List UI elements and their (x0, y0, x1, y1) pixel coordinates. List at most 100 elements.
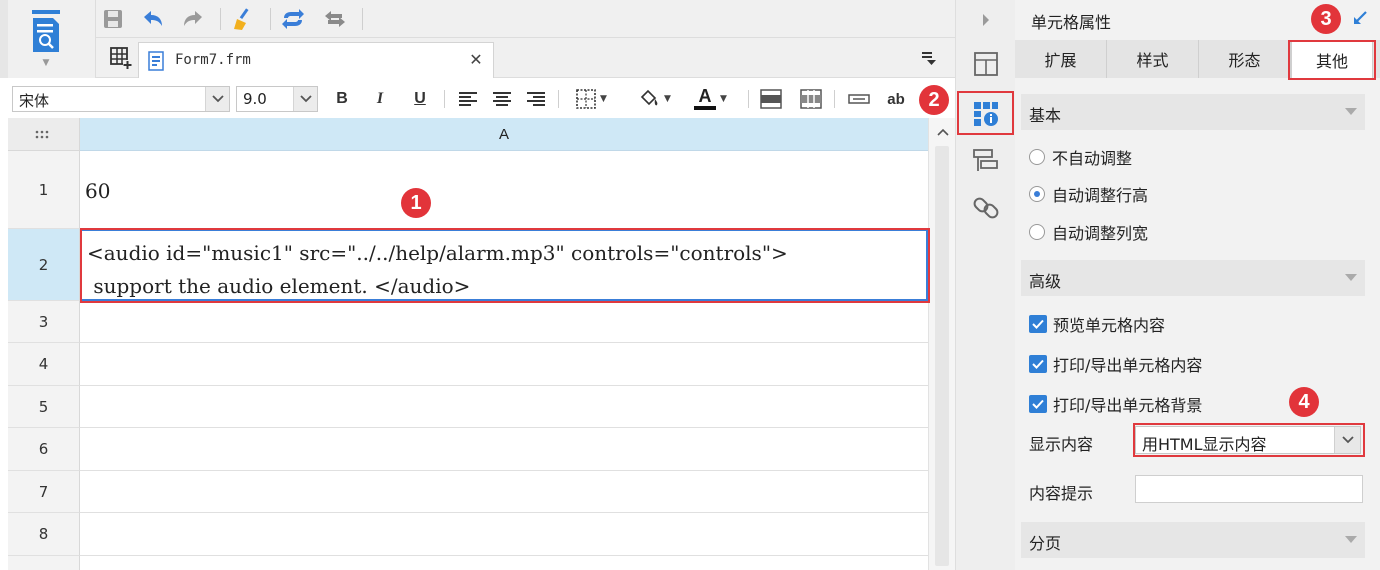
scrollbar-thumb[interactable] (935, 146, 949, 566)
app-logo-icon[interactable] (30, 10, 62, 54)
fill-color-dropdown[interactable]: ▼ (632, 86, 676, 112)
italic-button[interactable]: I (368, 86, 392, 112)
tab-list-menu-icon[interactable] (921, 50, 937, 66)
text-color-dropdown[interactable]: A ▼ (686, 86, 734, 112)
section-paging[interactable]: 分页 (1021, 522, 1365, 558)
display-content-select[interactable]: 用HTML显示内容 (1135, 426, 1361, 454)
tab-widget[interactable]: 形态 (1199, 40, 1291, 78)
radio-selected-icon (1029, 186, 1045, 202)
cell-a2[interactable]: <audio id="music1" src="../../help/alarm… (80, 229, 928, 301)
align-left-icon[interactable] (456, 86, 480, 112)
column-label: A (498, 126, 509, 143)
text-color-icon: A (698, 86, 712, 106)
save-icon[interactable] (100, 6, 126, 32)
row-header[interactable]: 7 (8, 471, 80, 513)
cell-a1[interactable]: 60 (80, 151, 928, 229)
align-center-icon[interactable] (490, 86, 514, 112)
close-icon[interactable]: ✕ (467, 50, 485, 70)
row-header[interactable]: 8 (8, 513, 80, 556)
toolbar-divider (220, 8, 221, 30)
font-size-value: 9.0 (243, 90, 267, 108)
chevron-down-icon (1345, 536, 1357, 543)
properties-tabs: 扩展 样式 形态 其他 (1015, 40, 1380, 80)
toolbar-divider (748, 90, 749, 108)
side-toolbar (955, 0, 1015, 570)
freeze-rows-icon[interactable] (758, 86, 784, 112)
row-header[interactable]: 6 (8, 428, 80, 471)
text-wrap-button[interactable]: ab (882, 86, 910, 112)
grid-dots-icon (35, 130, 49, 139)
tab-form7[interactable]: Form7.frm ✕ (138, 42, 494, 78)
clear-format-broom-icon[interactable] (230, 6, 256, 32)
content-tip-input[interactable] (1135, 475, 1363, 503)
row-header[interactable]: 3 (8, 301, 80, 343)
section-advanced[interactable]: 高级 (1021, 260, 1365, 296)
annotation-badge-4: 4 (1289, 387, 1319, 417)
section-basic[interactable]: 基本 (1021, 94, 1365, 130)
row-header-partial[interactable] (8, 556, 80, 570)
tab-other[interactable]: 其他 (1291, 40, 1373, 78)
toolbar-divider (362, 8, 363, 30)
tab-style[interactable]: 样式 (1107, 40, 1199, 78)
row-header[interactable]: 4 (8, 343, 80, 386)
checkbox-print-background[interactable]: 打印/导出单元格背景 (1029, 392, 1202, 416)
chevron-down-icon[interactable] (205, 87, 229, 111)
tab-expand[interactable]: 扩展 (1015, 40, 1107, 78)
cell-attributes-icon[interactable] (970, 98, 1002, 130)
font-family-select[interactable]: 宋体 (12, 86, 230, 112)
merge-cells-icon[interactable] (846, 86, 872, 112)
chevron-down-icon[interactable] (1334, 427, 1360, 453)
row-header[interactable]: 2 (8, 229, 80, 301)
checkbox-preview-content[interactable]: 预览单元格内容 (1029, 312, 1165, 336)
row-header[interactable]: 5 (8, 386, 80, 428)
cell-value: <audio id="music1" src="../../help/alarm… (87, 241, 788, 298)
chevron-down-icon (1345, 108, 1357, 115)
new-template-icon[interactable] (106, 44, 136, 72)
radio-no-auto-adjust[interactable]: 不自动调整 (1029, 145, 1132, 169)
row-header[interactable]: 1 (8, 151, 80, 229)
redo-icon[interactable] (180, 6, 206, 32)
vertical-scrollbar[interactable] (928, 118, 955, 570)
cell-a9-partial[interactable] (80, 556, 928, 570)
section-title: 高级 (1029, 272, 1062, 291)
widget-icon[interactable] (970, 144, 1002, 176)
cell-value: 60 (85, 179, 111, 203)
cell-a4[interactable] (80, 343, 928, 386)
cell-element-icon[interactable] (970, 48, 1002, 80)
cell-properties-panel: 单元格属性 3 扩展 样式 形态 其他 基本 不自动调整 自动调整行高 自动调整… (1015, 0, 1380, 570)
undo-icon[interactable] (140, 6, 166, 32)
select-all-corner[interactable] (8, 118, 80, 151)
quick-toolbar (96, 0, 955, 38)
collapse-panel-icon[interactable] (1350, 8, 1370, 28)
refresh-icon[interactable] (280, 6, 306, 32)
cell-a3[interactable] (80, 301, 928, 343)
scroll-up-icon[interactable] (929, 120, 956, 144)
align-right-icon[interactable] (524, 86, 548, 112)
radio-auto-column-width[interactable]: 自动调整列宽 (1029, 220, 1148, 244)
toolbar-divider (558, 90, 559, 108)
radio-auto-row-height[interactable]: 自动调整行高 (1029, 182, 1148, 206)
option-label: 自动调整行高 (1052, 186, 1149, 205)
swap-icon[interactable] (322, 6, 348, 32)
bold-button[interactable]: B (330, 86, 354, 112)
hyperlink-icon[interactable] (970, 192, 1002, 224)
chevron-down-icon[interactable]: ▼ (40, 58, 52, 68)
column-header-a[interactable]: A (80, 118, 928, 151)
border-dropdown[interactable]: ▼ (568, 86, 614, 112)
collapse-arrow-icon[interactable] (970, 4, 1002, 36)
cell-a6[interactable] (80, 428, 928, 471)
chevron-down-icon[interactable] (293, 87, 317, 111)
toolbar-divider (444, 90, 445, 108)
radio-icon (1029, 149, 1045, 165)
option-label: 预览单元格内容 (1053, 316, 1166, 335)
freeze-cols-icon[interactable] (798, 86, 824, 112)
cell-a5[interactable] (80, 386, 928, 428)
cell-a7[interactable] (80, 471, 928, 513)
annotation-badge-3: 3 (1311, 4, 1341, 34)
font-size-select[interactable]: 9.0 (236, 86, 318, 112)
toolbar-divider (270, 8, 271, 30)
checkbox-print-content[interactable]: 打印/导出单元格内容 (1029, 352, 1202, 376)
underline-button[interactable]: U (408, 86, 432, 112)
cell-a8[interactable] (80, 513, 928, 556)
section-title: 分页 (1029, 534, 1062, 553)
